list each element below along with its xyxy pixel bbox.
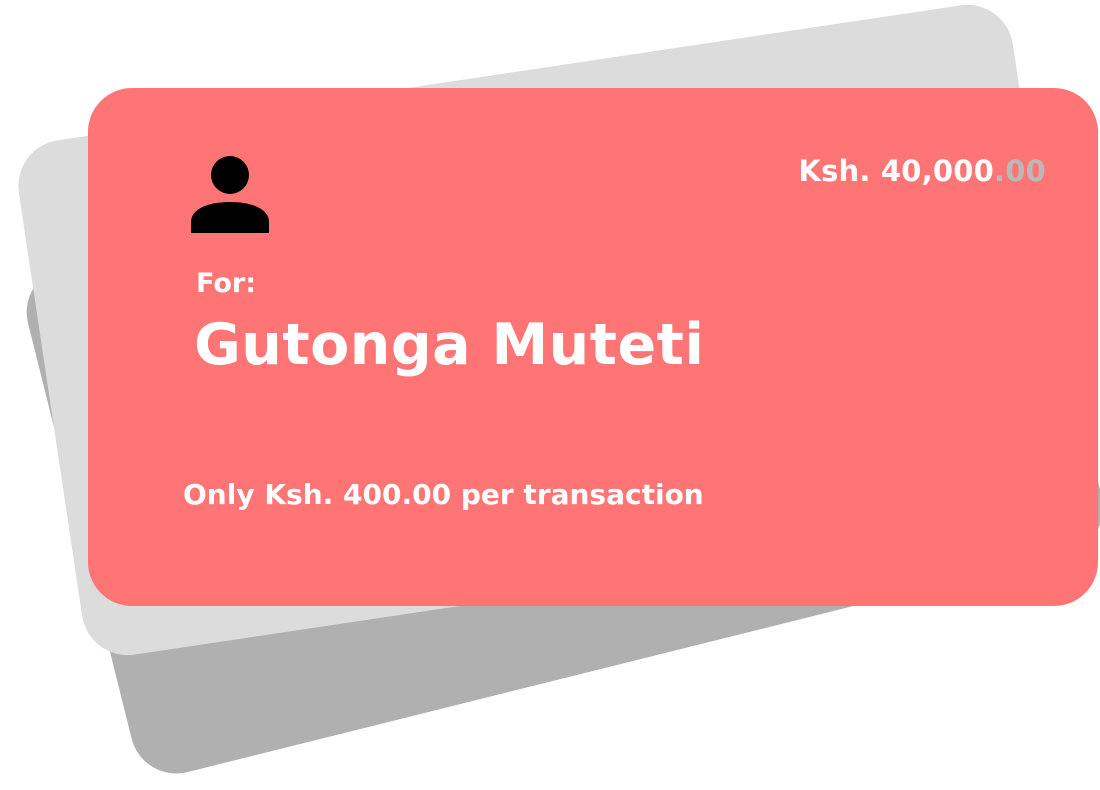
recipient-name: Gutonga Muteti	[194, 312, 705, 378]
amount-value: Ksh. 40,000.00	[798, 154, 1046, 188]
voucher-card[interactable]: Ksh. 40,000.00 For: Gutonga Muteti Only …	[88, 88, 1098, 606]
amount-cents: .00	[994, 154, 1046, 188]
transaction-limit: Only Ksh. 400.00 per transaction	[183, 478, 704, 511]
for-label: For:	[196, 268, 257, 299]
amount-main: Ksh. 40,000	[798, 154, 995, 188]
user-icon	[191, 156, 269, 233]
